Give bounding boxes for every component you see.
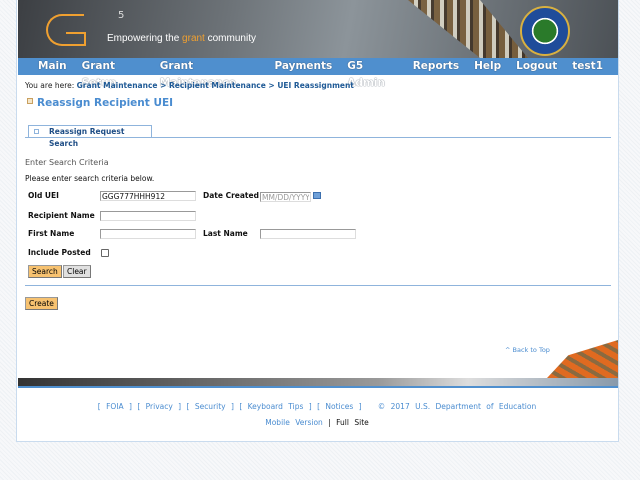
g5-logo-bar bbox=[66, 32, 86, 46]
first-name-label: First Name bbox=[28, 229, 75, 238]
footer-keyboard-tips[interactable]: Keyboard Tips bbox=[248, 402, 304, 411]
bookshelf-image bbox=[408, 0, 528, 58]
recipient-name-input[interactable] bbox=[100, 211, 196, 221]
tagline-accent: grant bbox=[182, 33, 205, 44]
nav-payments[interactable]: Payments bbox=[274, 58, 332, 75]
main-nav: Main Grant Setup Grant Maintenance Payme… bbox=[18, 58, 618, 89]
footer-band bbox=[18, 378, 618, 388]
nav-g5-admin[interactable]: G5 Admin bbox=[347, 58, 397, 89]
include-posted-label: Include Posted bbox=[28, 248, 91, 257]
nav-grant-setup[interactable]: Grant Setup bbox=[82, 58, 145, 89]
search-instructions: Please enter search criteria below. bbox=[25, 174, 155, 183]
date-created-label: Date Created bbox=[203, 191, 259, 200]
tab-divider bbox=[25, 137, 611, 138]
search-button[interactable]: Search bbox=[28, 265, 62, 278]
recipient-name-label: Recipient Name bbox=[28, 211, 95, 220]
footer-notices[interactable]: Notices bbox=[325, 402, 353, 411]
footer-version: Mobile Version | Full Site bbox=[17, 418, 617, 427]
tagline-post: community bbox=[204, 33, 256, 44]
divider bbox=[25, 285, 611, 286]
page-icon bbox=[27, 98, 33, 104]
footer-links: [ FOIA ] [ Privacy ] [ Security ] [ Keyb… bbox=[97, 402, 537, 411]
tab-icon bbox=[34, 129, 39, 134]
last-name-input[interactable] bbox=[260, 229, 356, 239]
mobile-version-link[interactable]: Mobile Version bbox=[265, 418, 323, 427]
include-posted-checkbox[interactable] bbox=[101, 249, 109, 257]
nav-grant-maintenance[interactable]: Grant Maintenance bbox=[160, 58, 260, 89]
full-site-label: Full Site bbox=[336, 418, 369, 427]
calendar-icon[interactable] bbox=[313, 192, 321, 199]
tagline-pre: Empowering the bbox=[107, 33, 183, 44]
breadcrumb: You are here: Grant Maintenance > Recipi… bbox=[25, 81, 354, 90]
footer-security[interactable]: Security bbox=[195, 402, 226, 411]
nav-user[interactable]: test1 bbox=[572, 58, 603, 75]
footer-privacy[interactable]: Privacy bbox=[146, 402, 173, 411]
breadcrumb-path[interactable]: Grant Maintenance > Recipient Maintenanc… bbox=[77, 81, 354, 90]
search-heading: Enter Search Criteria bbox=[25, 158, 109, 167]
clear-button[interactable]: Clear bbox=[63, 265, 91, 278]
tagline: Empowering the grant community bbox=[107, 33, 256, 44]
footer-foia[interactable]: FOIA bbox=[106, 402, 124, 411]
breadcrumb-prefix: You are here: bbox=[25, 81, 75, 90]
page-title: Reassign Recipient UEI bbox=[37, 97, 174, 109]
nav-main[interactable]: Main bbox=[38, 58, 67, 75]
nav-logout[interactable]: Logout bbox=[516, 58, 557, 75]
first-name-input[interactable] bbox=[100, 229, 196, 239]
date-created-input[interactable] bbox=[260, 192, 311, 202]
header-banner: 5 Empowering the grant community bbox=[18, 0, 618, 58]
nav-reports[interactable]: Reports bbox=[413, 58, 459, 75]
footer-separator: | bbox=[328, 418, 331, 427]
old-uei-input[interactable] bbox=[100, 191, 196, 201]
department-seal bbox=[520, 6, 570, 56]
copyright: © 2017 U.S. Department of Education bbox=[377, 402, 537, 411]
nav-help[interactable]: Help bbox=[474, 58, 501, 75]
g5-logo-sup: 5 bbox=[118, 10, 125, 21]
page-frame: 5 Empowering the grant community Main Gr… bbox=[16, 0, 619, 442]
create-button[interactable]: Create bbox=[25, 297, 58, 310]
back-to-top-link[interactable]: ^ Back to Top bbox=[505, 346, 550, 354]
last-name-label: Last Name bbox=[203, 229, 248, 238]
old-uei-label: Old UEI bbox=[28, 191, 59, 200]
classroom-image bbox=[547, 340, 618, 378]
